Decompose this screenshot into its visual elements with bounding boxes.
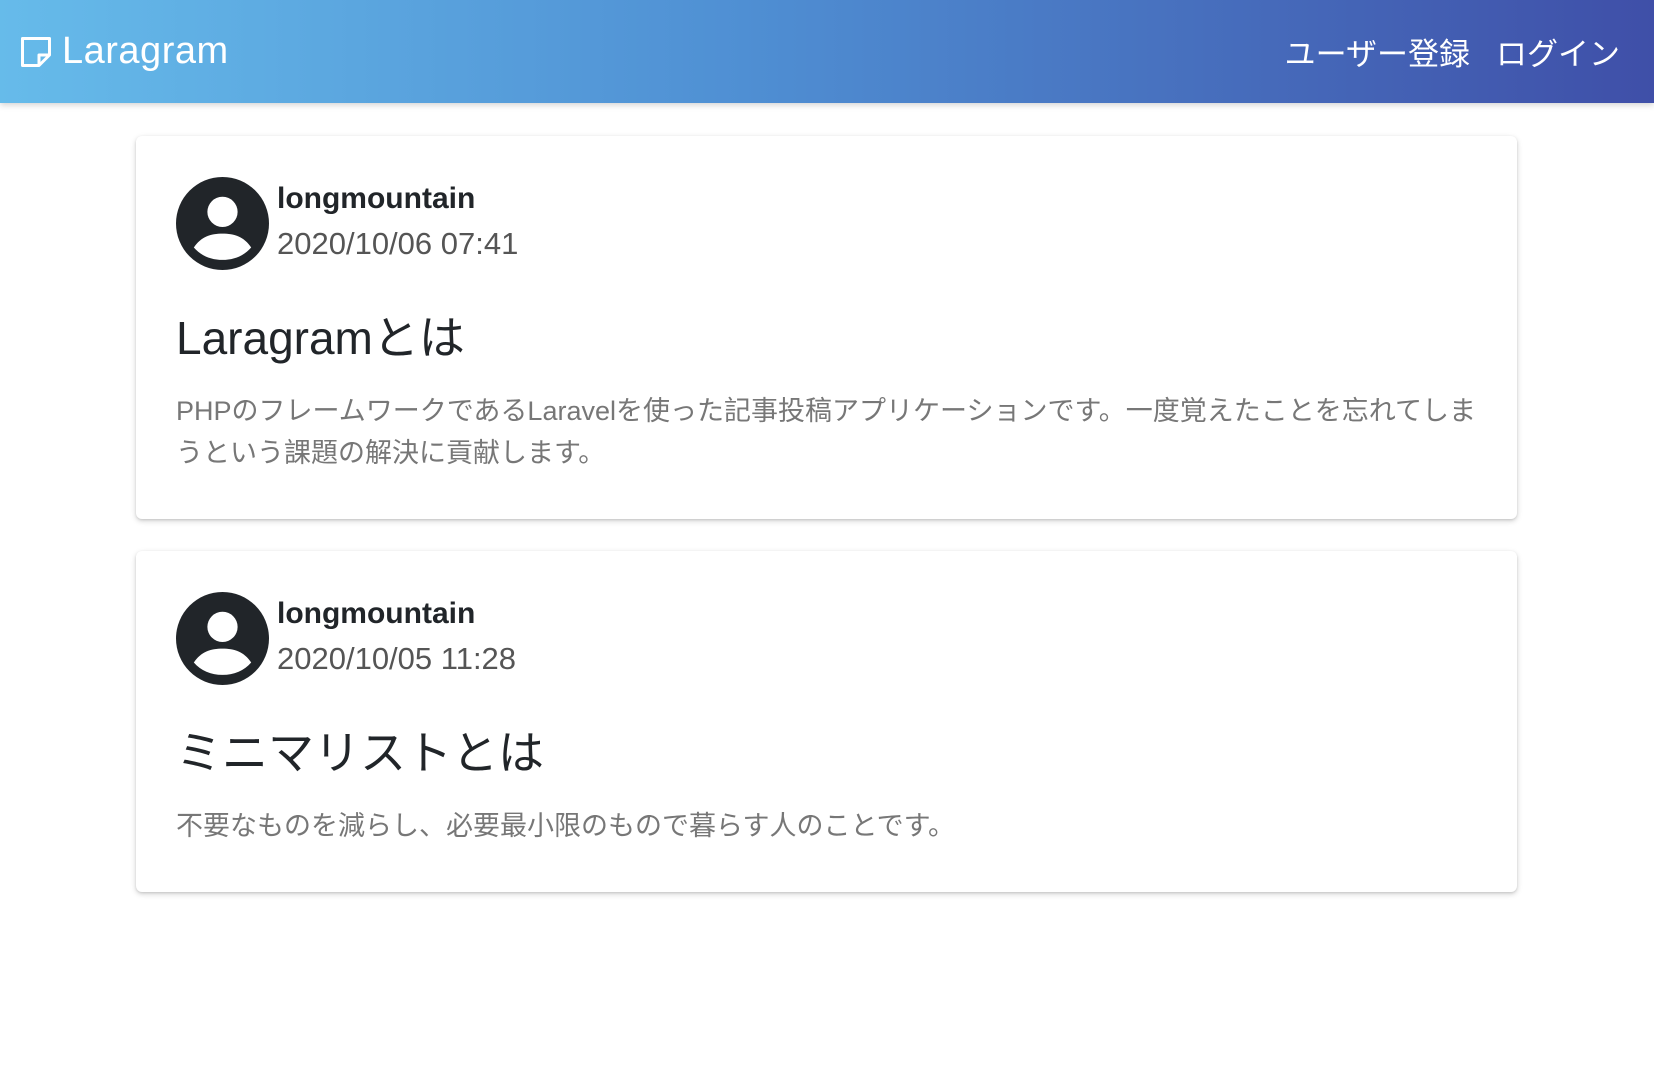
account-circle-icon — [176, 592, 269, 685]
account-circle-icon — [176, 177, 269, 270]
post-card: longmountain 2020/10/06 07:41 Laragramとは… — [136, 136, 1517, 519]
post-header: longmountain 2020/10/06 07:41 — [176, 177, 1477, 270]
post-meta: longmountain 2020/10/06 07:41 — [277, 179, 518, 269]
register-link[interactable]: ユーザー登録 — [1285, 29, 1470, 74]
navbar: Laragram ユーザー登録 ログイン — [0, 0, 1654, 103]
post-author[interactable]: longmountain — [277, 594, 516, 634]
post-body: PHPのフレームワークであるLaravelを使った記事投稿アプリケーションです。… — [176, 396, 1476, 468]
post-list: longmountain 2020/10/06 07:41 Laragramとは… — [136, 136, 1517, 924]
post-body: 不要なものを減らし、必要最小限のもので暮らす人のことです。 — [176, 811, 955, 841]
nav-links: ユーザー登録 ログイン — [1285, 29, 1620, 74]
post-date: 2020/10/05 11:28 — [277, 640, 517, 676]
post-title[interactable]: Laragramとは — [176, 310, 1477, 366]
post-header: longmountain 2020/10/05 11:28 — [176, 592, 1477, 685]
brand-name: Laragram — [62, 30, 229, 72]
login-link[interactable]: ログイン — [1496, 29, 1620, 74]
post-author[interactable]: longmountain — [277, 179, 518, 219]
brand-link[interactable]: Laragram — [18, 30, 229, 73]
post-meta: longmountain 2020/10/05 11:28 — [277, 594, 516, 684]
post-date: 2020/10/06 07:41 — [277, 225, 519, 261]
post-title[interactable]: ミニマリストとは — [176, 725, 1477, 781]
post-card: longmountain 2020/10/05 11:28 ミニマリストとは 不… — [136, 551, 1517, 892]
note-icon — [18, 34, 54, 70]
